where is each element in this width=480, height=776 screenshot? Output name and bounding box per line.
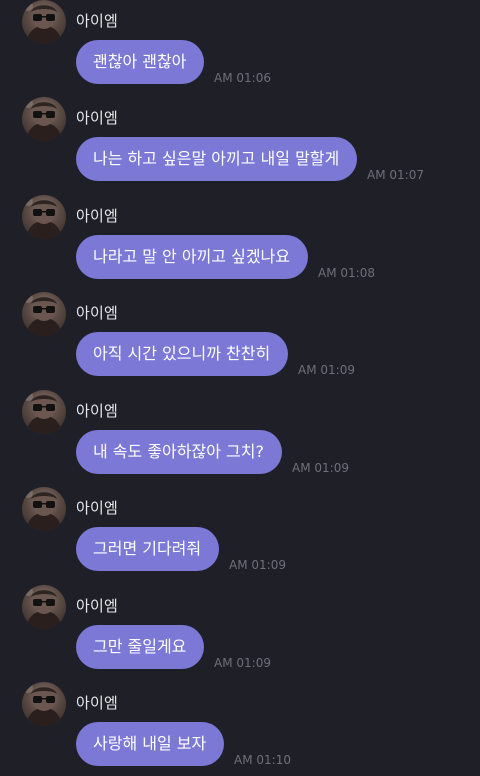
avatar-graphic-part — [23, 196, 33, 206]
avatar-graphic-part — [41, 503, 47, 505]
avatar-graphic-part — [46, 209, 55, 216]
avatar[interactable] — [22, 0, 66, 44]
chat-message-list[interactable]: 아이엠 괜찮아 괜찮아 AM 01:06 아이엠 나는 하고 싶은말 아끼고 내… — [0, 0, 480, 776]
avatar-graphic-part — [33, 696, 42, 703]
message-bubble[interactable]: 괜찮아 괜찮아 — [76, 40, 205, 84]
message-bubble[interactable]: 나라고 말 안 아끼고 싶겠나요 — [76, 235, 308, 279]
avatar[interactable] — [22, 292, 66, 336]
avatar[interactable] — [22, 390, 66, 434]
avatar-graphic-part — [33, 14, 42, 21]
chat-message: 아이엠 내 속도 좋아하잖아 그치? AM 01:09 — [0, 390, 480, 487]
chat-message: 아이엠 아직 시간 있으니까 찬찬히 AM 01:09 — [0, 292, 480, 389]
message-timestamp: AM 01:09 — [229, 558, 286, 572]
message-timestamp: AM 01:08 — [318, 266, 375, 280]
avatar-graphic-part — [41, 698, 47, 700]
avatar[interactable] — [22, 682, 66, 726]
avatar-graphic-part — [46, 599, 55, 606]
sender-name: 아이엠 — [76, 12, 119, 30]
avatar-graphic-part — [33, 111, 42, 118]
avatar-graphic-part — [33, 306, 42, 313]
avatar-graphic-part — [23, 98, 33, 108]
avatar-graphic-part — [33, 599, 42, 606]
avatar[interactable] — [22, 585, 66, 629]
chat-message: 아이엠 그러면 기다려줘 AM 01:09 — [0, 487, 480, 584]
avatar-graphic-part — [41, 308, 47, 310]
avatar-graphic-part — [23, 488, 33, 498]
avatar-graphic-part — [23, 391, 33, 401]
chat-message: 아이엠 나라고 말 안 아끼고 싶겠나요 AM 01:08 — [0, 195, 480, 292]
message-bubble[interactable]: 그러면 기다려줘 — [76, 527, 220, 571]
avatar[interactable] — [22, 97, 66, 141]
chat-message: 아이엠 괜찮아 괜찮아 AM 01:06 — [0, 0, 480, 97]
avatar[interactable] — [22, 487, 66, 531]
avatar-graphic-part — [46, 696, 55, 703]
avatar-graphic-part — [23, 586, 33, 596]
avatar-graphic-part — [23, 1, 33, 11]
sender-name: 아이엠 — [76, 694, 119, 712]
avatar-graphic-part — [41, 113, 47, 115]
avatar-graphic-part — [46, 404, 55, 411]
message-timestamp: AM 01:09 — [214, 656, 271, 670]
chat-message: 아이엠 그만 줄일게요 AM 01:09 — [0, 585, 480, 682]
avatar-graphic-part — [41, 601, 47, 603]
avatar-graphic-part — [46, 501, 55, 508]
message-bubble[interactable]: 사랑해 내일 보자 — [76, 722, 225, 766]
chat-message: 아이엠 사랑해 내일 보자 AM 01:10 — [0, 682, 480, 776]
avatar-graphic-part — [23, 293, 33, 303]
sender-name: 아이엠 — [76, 109, 119, 127]
sender-name: 아이엠 — [76, 499, 119, 517]
sender-name: 아이엠 — [76, 304, 119, 322]
message-timestamp: AM 01:07 — [367, 168, 424, 182]
message-bubble[interactable]: 나는 하고 싶은말 아끼고 내일 말할게 — [76, 137, 358, 181]
avatar-graphic-part — [33, 501, 42, 508]
message-timestamp: AM 01:10 — [234, 753, 291, 767]
sender-name: 아이엠 — [76, 597, 119, 615]
avatar-graphic-part — [23, 683, 33, 693]
message-bubble[interactable]: 아직 시간 있으니까 찬찬히 — [76, 332, 289, 376]
avatar-graphic-part — [46, 14, 55, 21]
avatar-graphic-part — [41, 16, 47, 18]
message-timestamp: AM 01:06 — [214, 71, 271, 85]
sender-name: 아이엠 — [76, 207, 119, 225]
avatar-graphic-part — [33, 209, 42, 216]
sender-name: 아이엠 — [76, 402, 119, 420]
chat-message: 아이엠 나는 하고 싶은말 아끼고 내일 말할게 AM 01:07 — [0, 97, 480, 194]
message-timestamp: AM 01:09 — [298, 363, 355, 377]
message-bubble[interactable]: 그만 줄일게요 — [76, 625, 205, 669]
avatar[interactable] — [22, 195, 66, 239]
message-timestamp: AM 01:09 — [292, 461, 349, 475]
avatar-graphic-part — [41, 406, 47, 408]
message-bubble[interactable]: 내 속도 좋아하잖아 그치? — [76, 430, 282, 474]
avatar-graphic-part — [33, 404, 42, 411]
avatar-graphic-part — [46, 111, 55, 118]
avatar-graphic-part — [46, 306, 55, 313]
avatar-graphic-part — [41, 211, 47, 213]
